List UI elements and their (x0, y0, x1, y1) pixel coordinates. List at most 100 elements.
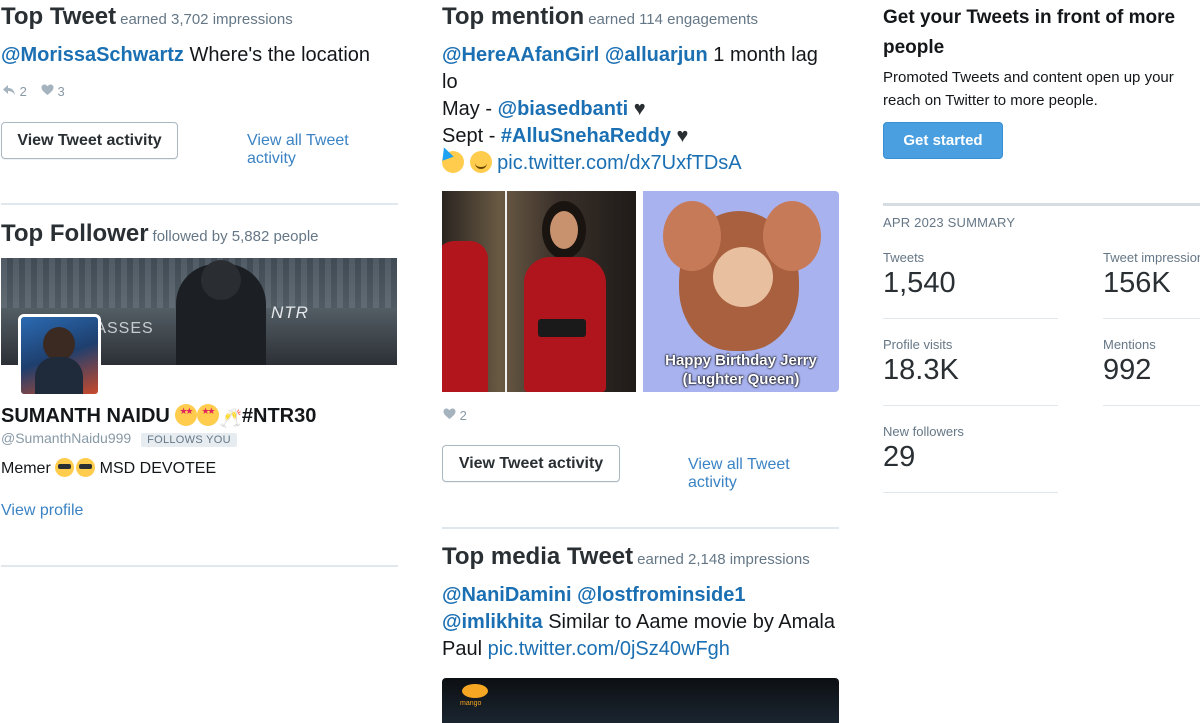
mention-link[interactable]: @alluarjun (605, 44, 708, 66)
black-heart-icon: ♥ (676, 125, 689, 147)
tweet-body: Where's the location (183, 44, 371, 66)
mention-link[interactable]: @NaniDamini (442, 584, 572, 606)
divider (1, 203, 398, 205)
top-media-title: Top media Tweet (442, 543, 634, 570)
top-tweet-stats: 2 3 (2, 84, 65, 99)
top-tweet-subtitle: earned 3,702 impressions (120, 11, 293, 28)
view-tweet-activity-button[interactable]: View Tweet activity (1, 122, 178, 159)
divider (883, 492, 1058, 493)
tweet-photo[interactable] (442, 191, 636, 392)
top-tweet-title: Top Tweet (1, 3, 117, 30)
top-follower-heading: Top Follower followed by 5,882 people (1, 220, 319, 248)
tweet-video-thumbnail[interactable]: mango (442, 678, 839, 723)
divider (442, 527, 839, 529)
top-tweet-text: @MorissaSchwartz Where's the location (1, 42, 399, 69)
channel-logo-icon (462, 684, 488, 698)
follower-name-text: SUMANTH NAIDU (1, 405, 170, 427)
bio-text: Memer (1, 460, 56, 477)
tweet-mention-link[interactable]: @MorissaSchwartz (1, 44, 184, 66)
image-caption: Happy Birthday Jerry (Lughter Queen) (643, 351, 839, 389)
star-struck-emoji-icon (175, 404, 198, 426)
stat-label: Tweets (883, 250, 925, 265)
like-stat: 2 (443, 408, 467, 423)
sunglasses-emoji-icon (76, 458, 96, 477)
follower-bio: Memer MSD DEVOTEE (1, 458, 216, 478)
banner-text: NTR (271, 303, 309, 322)
top-follower-subtitle: followed by 5,882 people (152, 228, 319, 245)
stat-label: New followers (883, 424, 964, 439)
divider (1103, 318, 1200, 319)
follows-you-badge: FOLLOWS YOU (141, 433, 237, 447)
channel-logo-text: mango (460, 700, 482, 707)
get-started-button[interactable]: Get started (883, 122, 1003, 159)
top-mention-heading: Top mention earned 114 engagements (442, 3, 758, 31)
divider (883, 405, 1058, 406)
like-count: 3 (57, 84, 65, 99)
view-all-tweet-activity-link[interactable]: View all Tweet activity (688, 456, 839, 492)
follower-name[interactable]: SUMANTH NAIDU 🥂#NTR30 (1, 404, 316, 429)
top-mention-subtitle: earned 114 engagements (588, 11, 759, 28)
stat-tweet-impressions: Tweet impressions 156K (1103, 250, 1200, 300)
heart-icon (41, 84, 54, 95)
divider (1103, 405, 1200, 406)
view-all-tweet-activity-link[interactable]: View all Tweet activity (247, 132, 398, 168)
promo-title: Get your Tweets in front of more people (883, 7, 1176, 58)
avatar[interactable] (18, 314, 101, 397)
view-tweet-activity-button[interactable]: View Tweet activity (442, 445, 620, 482)
tweet-photo[interactable]: Happy Birthday Jerry (Lughter Queen) (643, 191, 839, 392)
follower-hashtag: #NTR30 (241, 405, 317, 427)
follower-handle-row: @SumanthNaidu999 FOLLOWS YOU (1, 430, 237, 447)
top-follower-title: Top Follower (1, 220, 149, 247)
stat-label: Mentions (1103, 337, 1156, 352)
stat-profile-visits: Profile visits 18.3K (883, 337, 1058, 387)
tweet-body-sept: Sept - (442, 125, 501, 147)
like-count: 2 (459, 408, 467, 423)
retweet-count: 2 (19, 84, 27, 99)
follower-handle: @SumanthNaidu999 (1, 430, 132, 446)
mention-link[interactable]: @HereAAfanGirl (442, 44, 599, 66)
promo-body: Promoted Tweets and content open up your… (883, 69, 1174, 109)
top-mention-text: @HereAAfanGirl @alluarjun 1 month lag lo… (442, 42, 840, 177)
pic-link[interactable]: pic.twitter.com/0jSz40wFgh (488, 638, 730, 660)
mention-link[interactable]: @imlikhita (442, 611, 543, 633)
mention-link[interactable]: @biasedbanti (498, 98, 629, 120)
image-caption-line: Happy Birthday Jerry (665, 352, 817, 369)
tweet-body-end: Paul (442, 638, 488, 660)
top-tweet-heading: Top Tweet earned 3,702 impressions (1, 3, 293, 31)
stat-value: 1,540 (883, 267, 956, 299)
top-mention-stats: 2 (443, 408, 467, 423)
tweet-body: 1 month lag (707, 44, 818, 66)
bio-text-end: MSD DEVOTEE (95, 460, 217, 477)
top-mention-title: Top mention (442, 3, 585, 30)
top-media-text: @NaniDamini @lostfrominside1 @imlikhita … (442, 582, 840, 663)
stat-tweets: Tweets 1,540 (883, 250, 1058, 300)
partying-face-emoji-icon (442, 151, 464, 173)
smiling-hearts-emoji-icon (469, 151, 492, 173)
top-media-heading: Top media Tweet earned 2,148 impressions (442, 543, 810, 571)
like-stat: 3 (41, 84, 65, 99)
divider (883, 318, 1058, 319)
stat-value: 29 (883, 441, 916, 473)
stat-new-followers: New followers 29 (883, 424, 1058, 474)
view-profile-link[interactable]: View profile (1, 502, 83, 520)
black-heart-icon: ♥ (633, 98, 646, 120)
pic-link[interactable]: pic.twitter.com/dx7UxfTDsA (497, 152, 742, 174)
divider (883, 203, 1200, 206)
hashtag-link[interactable]: #AlluSnehaReddy (501, 125, 671, 147)
tweet-body-may: May - (442, 98, 498, 120)
stat-label: Tweet impressions (1103, 250, 1200, 265)
tweet-body-line: lo (442, 71, 458, 93)
sunglasses-emoji-icon (55, 458, 75, 477)
heart-icon (443, 408, 456, 419)
top-media-subtitle: earned 2,148 impressions (637, 551, 810, 568)
star-struck-emoji-icon (197, 404, 220, 426)
mention-link[interactable]: @lostfrominside1 (577, 584, 745, 606)
stat-value: 18.3K (883, 354, 959, 386)
stat-label: Profile visits (883, 337, 953, 352)
tweet-body: Similar to Aame movie by Amala (542, 611, 835, 633)
image-caption-line: (Lughter Queen) (682, 371, 800, 388)
retweet-stat: 2 (2, 84, 27, 99)
stat-mentions: Mentions 992 (1103, 337, 1200, 387)
summary-heading: APR 2023 SUMMARY (883, 215, 1016, 230)
divider (1, 565, 398, 567)
